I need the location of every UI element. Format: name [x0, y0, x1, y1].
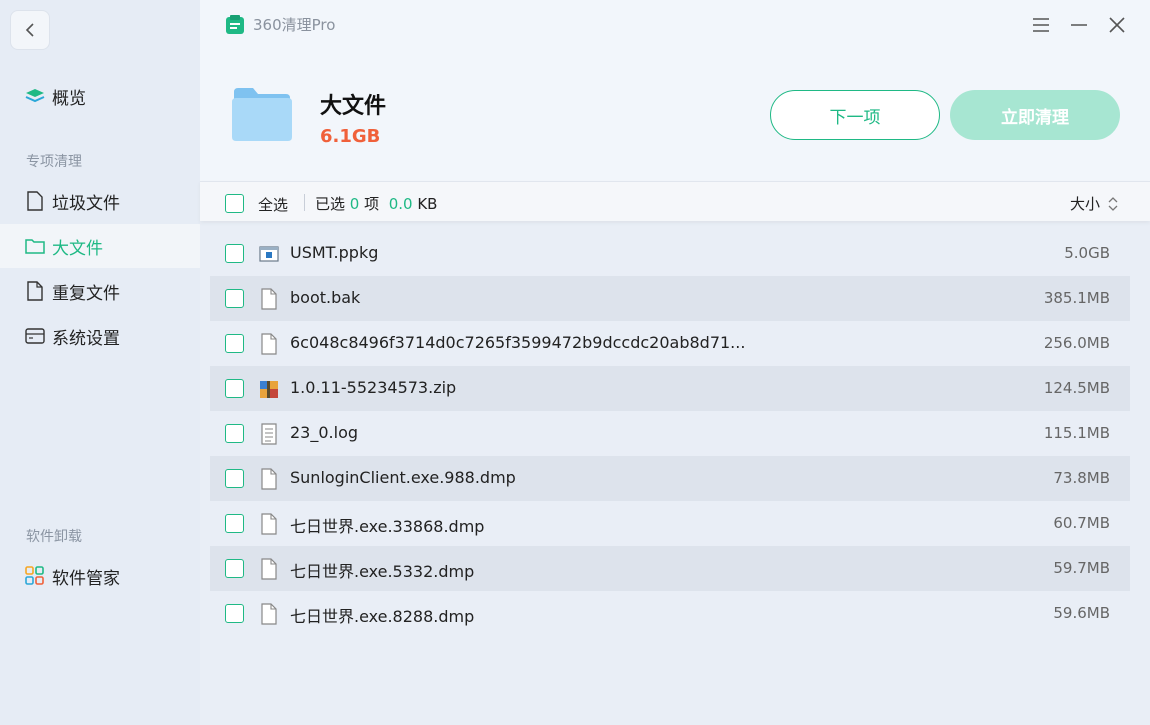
folder-icon	[25, 236, 45, 256]
sidebar-item-label: 大文件	[52, 238, 103, 259]
table-row[interactable]: USMT.ppkg 5.0GB	[210, 231, 1130, 276]
row-checkbox[interactable]	[225, 424, 244, 443]
table-row[interactable]: 6c048c8496f3714d0c7265f3599472b9dccdc20a…	[210, 321, 1130, 366]
document-icon	[25, 191, 45, 211]
selected-prefix: 已选	[315, 195, 346, 213]
row-checkbox[interactable]	[225, 514, 244, 533]
app-title: 360清理Pro	[225, 14, 335, 35]
sidebar-item-label: 概览	[52, 88, 86, 109]
minimize-button[interactable]	[1068, 14, 1090, 36]
selection-summary: 已选 0 项 0.0 KB	[315, 193, 437, 214]
sidebar-item-label: 系统设置	[52, 328, 120, 349]
menu-icon	[1033, 18, 1049, 32]
layers-icon	[25, 86, 45, 106]
chevron-left-icon	[25, 23, 34, 37]
sort-arrows-icon	[1108, 196, 1118, 211]
back-button[interactable]	[10, 10, 50, 50]
table-row[interactable]: 23_0.log 115.1MB	[210, 411, 1130, 456]
file-icon	[259, 558, 279, 580]
app-title-text: 360清理Pro	[253, 16, 336, 34]
main-panel: 360清理Pro 大文件 6.1GB 下一项 立即清理 全选 已选 0 项 0.…	[200, 0, 1150, 725]
close-button[interactable]	[1106, 14, 1128, 36]
file-size: 59.7MB	[1053, 559, 1110, 577]
table-row[interactable]: boot.bak 385.1MB	[210, 276, 1130, 321]
file-name: 七日世界.exe.33868.dmp	[290, 517, 485, 536]
menu-button[interactable]	[1030, 14, 1052, 36]
file-size: 256.0MB	[1043, 334, 1110, 352]
row-checkbox[interactable]	[225, 334, 244, 353]
file-size: 124.5MB	[1043, 379, 1110, 397]
file-name: boot.bak	[290, 288, 361, 307]
file-size: 385.1MB	[1043, 289, 1110, 307]
table-row[interactable]: 七日世界.exe.8288.dmp 59.6MB	[210, 591, 1130, 636]
header: 360清理Pro 大文件 6.1GB 下一项 立即清理	[200, 0, 1150, 181]
row-checkbox[interactable]	[225, 289, 244, 308]
file-size: 115.1MB	[1043, 424, 1110, 442]
file-name: 1.0.11-55234573.zip	[290, 378, 457, 397]
sidebar-item-overview[interactable]: 概览	[0, 74, 200, 118]
row-checkbox[interactable]	[225, 604, 244, 623]
close-icon	[1109, 17, 1125, 33]
sort-label: 大小	[1070, 195, 1101, 213]
selected-unit: 项	[364, 195, 380, 213]
minimize-icon	[1071, 24, 1087, 26]
table-row[interactable]: SunloginClient.exe.988.dmp 73.8MB	[210, 456, 1130, 501]
file-size: 60.7MB	[1053, 514, 1110, 532]
list-toolbar: 全选 已选 0 项 0.0 KB 大小	[200, 181, 1150, 221]
duplicate-file-icon	[25, 281, 45, 301]
sidebar-item-label: 重复文件	[52, 283, 120, 304]
sidebar-item-system-settings[interactable]: 系统设置	[0, 314, 200, 358]
file-name: SunloginClient.exe.988.dmp	[290, 468, 516, 487]
file-name: 七日世界.exe.5332.dmp	[290, 562, 475, 581]
sidebar-item-software-manager[interactable]: 软件管家	[0, 554, 200, 598]
file-name: USMT.ppkg	[290, 243, 379, 262]
section-label-uninstall: 软件卸载	[26, 529, 82, 545]
category-size: 6.1GB	[320, 126, 381, 147]
file-icon	[259, 333, 279, 355]
selected-count: 0	[349, 195, 360, 213]
sidebar-item-label: 软件管家	[52, 568, 120, 589]
zip-icon	[259, 378, 279, 400]
sidebar-item-label: 垃圾文件	[52, 193, 120, 214]
text-file-icon	[259, 423, 279, 445]
sort-by-size[interactable]: 大小	[1070, 193, 1120, 214]
package-icon	[259, 243, 279, 265]
file-size: 5.0GB	[1064, 244, 1110, 262]
table-row[interactable]: 七日世界.exe.5332.dmp 59.7MB	[210, 546, 1130, 591]
apps-grid-icon	[25, 566, 45, 586]
file-size: 73.8MB	[1053, 469, 1110, 487]
section-label-special: 专项清理	[26, 154, 82, 170]
file-name: 23_0.log	[290, 423, 359, 442]
divider	[304, 194, 305, 211]
table-row[interactable]: 七日世界.exe.33868.dmp 60.7MB	[210, 501, 1130, 546]
sidebar-item-large-files[interactable]: 大文件	[0, 224, 200, 268]
row-checkbox[interactable]	[225, 559, 244, 578]
next-item-button[interactable]: 下一项	[770, 90, 940, 140]
file-icon	[259, 288, 279, 310]
sidebar-item-duplicate-files[interactable]: 重复文件	[0, 269, 200, 313]
file-icon	[259, 513, 279, 535]
large-folder-icon	[232, 88, 292, 141]
sidebar: 概览 专项清理 垃圾文件 大文件 重复文件 系统设置 软件卸载 软件管家	[0, 0, 200, 725]
row-checkbox[interactable]	[225, 379, 244, 398]
file-icon	[259, 603, 279, 625]
settings-window-icon	[25, 326, 45, 346]
select-all-label[interactable]: 全选	[258, 194, 288, 215]
select-all-checkbox[interactable]	[225, 194, 244, 213]
row-checkbox[interactable]	[225, 469, 244, 488]
file-size: 59.6MB	[1053, 604, 1110, 622]
app-logo-icon	[226, 14, 244, 34]
table-row[interactable]: 1.0.11-55234573.zip 124.5MB	[210, 366, 1130, 411]
file-icon	[259, 468, 279, 490]
sidebar-item-junk-files[interactable]: 垃圾文件	[0, 179, 200, 223]
clean-now-button[interactable]: 立即清理	[950, 90, 1120, 140]
selected-size: 0.0	[388, 195, 413, 213]
row-checkbox[interactable]	[225, 244, 244, 263]
selected-size-unit: KB	[417, 195, 438, 213]
file-name: 6c048c8496f3714d0c7265f3599472b9dccdc20a…	[290, 333, 746, 352]
category-title: 大文件	[320, 94, 387, 119]
file-name: 七日世界.exe.8288.dmp	[290, 607, 475, 626]
